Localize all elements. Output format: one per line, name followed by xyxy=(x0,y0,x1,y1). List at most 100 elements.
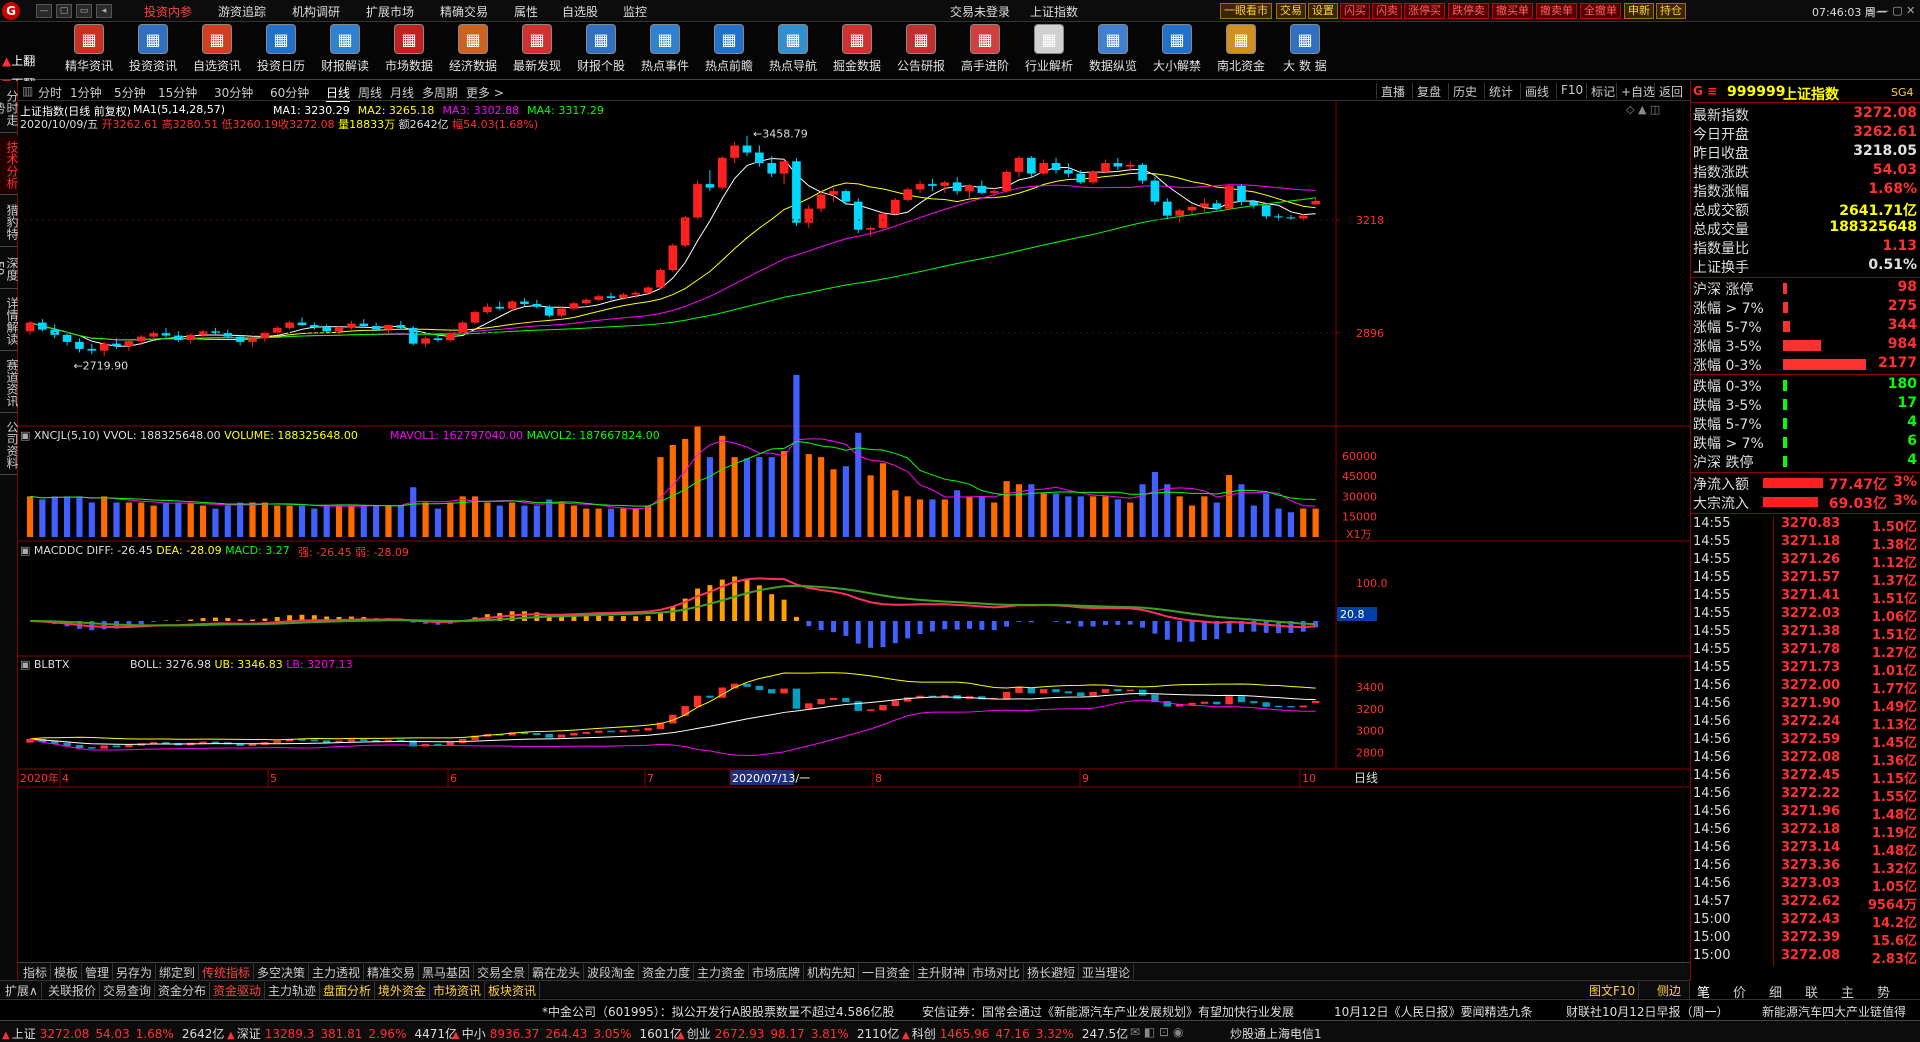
chart-function-7[interactable]: +自选 xyxy=(1616,83,1659,99)
extension-tab-8[interactable]: 市场资讯 xyxy=(430,982,486,999)
indicator-tab-2[interactable]: 管理 xyxy=(82,964,114,981)
indicator-tab-13[interactable]: 资金力度 xyxy=(639,964,695,981)
back-icon[interactable]: ◂ xyxy=(96,4,112,18)
quick-button-2[interactable]: 设置 xyxy=(1308,3,1338,19)
period-2[interactable]: 5分钟 xyxy=(114,84,146,101)
indicator-tab-14[interactable]: 主力资金 xyxy=(694,964,750,981)
minimize-icon[interactable]: — xyxy=(36,4,52,18)
indicator-tab-21[interactable]: 亚当理论 xyxy=(1079,964,1135,981)
indicator-tab-12[interactable]: 波段淘金 xyxy=(584,964,640,981)
extension-tab-4[interactable]: 资金驱动 xyxy=(210,982,266,999)
indicator-tab-5[interactable]: 传统指标 xyxy=(199,964,255,981)
extension-tab-2[interactable]: 交易查询 xyxy=(100,982,156,999)
toolbar-item-19[interactable]: ▦ 大 数 据 xyxy=(1274,24,1336,78)
left-tab-2[interactable]: 猎豹特 xyxy=(0,197,19,247)
period-3[interactable]: 15分钟 xyxy=(158,84,197,101)
left-tab-0[interactable]: 分时走势 xyxy=(0,83,19,133)
toolbar-item-2[interactable]: ▦ 自选资讯 xyxy=(186,24,248,78)
chart-function-1[interactable]: 复盘 xyxy=(1412,83,1445,99)
chart-function-8[interactable]: 返回 xyxy=(1654,83,1687,99)
news-item[interactable]: 安信证券：国常会通过《新能源汽车产业发展规划》有望加快行业发展 xyxy=(922,1003,1294,1020)
period-1[interactable]: 1分钟 xyxy=(70,84,102,101)
news-item[interactable]: *中金公司（601995）：拟公开发行A股股票数量不超过4.586亿股 xyxy=(542,1003,894,1020)
indicator-tab-6[interactable]: 多空决策 xyxy=(254,964,310,981)
indicator-tab-19[interactable]: 市场对比 xyxy=(969,964,1025,981)
indicator-tab-10[interactable]: 交易全景 xyxy=(474,964,530,981)
chart-function-6[interactable]: 标记 xyxy=(1586,83,1619,99)
quick-button-4[interactable]: 闪卖 xyxy=(1372,3,1402,19)
indicator-tab-3[interactable]: 另存为 xyxy=(113,964,157,981)
index-quote[interactable]: ▲ 中小 8936.37 264.43 3.05% 1601亿 xyxy=(452,1025,682,1042)
indicator-tab-9[interactable]: 黑马基因 xyxy=(419,964,475,981)
window-controls[interactable]: ⊟ — ▢ ✕ xyxy=(1865,4,1915,17)
extension-tab-9[interactable]: 板块资讯 xyxy=(485,982,541,999)
index-quote[interactable]: ▲ 上证 3272.08 54.03 1.68% 2642亿 xyxy=(2,1025,224,1042)
quick-button-7[interactable]: 撤买单 xyxy=(1492,3,1533,19)
quick-button-3[interactable]: 闪买 xyxy=(1340,3,1370,19)
toolbar-item-1[interactable]: ▦ 投资资讯 xyxy=(122,24,184,78)
page-up-button[interactable]: ▲上翻 xyxy=(2,52,48,69)
menu-item-2[interactable]: 机构调研 xyxy=(292,3,340,20)
quick-button-8[interactable]: 撤卖单 xyxy=(1536,3,1577,19)
indicator-tab-1[interactable]: 模板 xyxy=(51,964,83,981)
toolbar-item-11[interactable]: ▦ 热点导航 xyxy=(762,24,824,78)
toolbar-item-7[interactable]: ▦ 最新发现 xyxy=(506,24,568,78)
quick-button-1[interactable]: 交易 xyxy=(1276,3,1306,19)
indicator-tab-17[interactable]: 一目资金 xyxy=(859,964,915,981)
indicator-tab-20[interactable]: 扬长避短 xyxy=(1024,964,1080,981)
left-tab-3[interactable]: 深度F9 xyxy=(0,249,19,289)
toolbar-item-14[interactable]: ▦ 高手进阶 xyxy=(954,24,1016,78)
chart-corner-controls[interactable]: ◇ ▲ ◫ xyxy=(1626,103,1660,116)
quick-button-0[interactable]: 一眼看市 xyxy=(1220,3,1272,19)
toolbar-item-18[interactable]: ▦ 南北资金 xyxy=(1210,24,1272,78)
indicator-tab-15[interactable]: 市场底牌 xyxy=(749,964,805,981)
extension-tab-1[interactable]: 关联报价 xyxy=(45,982,101,999)
kline-chart[interactable]: 3218 2896 ←3458.79 ←2719.90 60000 45000 30000 1… xyxy=(17,101,1690,962)
period-9[interactable]: 多周期 xyxy=(422,84,458,101)
menu-item-0[interactable]: 投资内参 xyxy=(144,3,192,20)
news-item[interactable]: 新能源汽车四大产业链值得 xyxy=(1762,1003,1920,1020)
menu-item-6[interactable]: 自选股 xyxy=(562,3,598,20)
toolbar-item-6[interactable]: ▦ 经济数据 xyxy=(442,24,504,78)
extension-tab-5[interactable]: 主力轨迹 xyxy=(265,982,321,999)
quick-button-6[interactable]: 跌停卖 xyxy=(1448,3,1489,19)
menu-item-3[interactable]: 扩展市场 xyxy=(366,3,414,20)
extension-tab-3[interactable]: 资金分布 xyxy=(155,982,211,999)
chart-function-5[interactable]: F10 xyxy=(1556,83,1587,99)
extension-tab-6[interactable]: 盘面分析 xyxy=(320,982,376,999)
toolbar-item-3[interactable]: ▦ 投资日历 xyxy=(250,24,312,78)
chart-function-4[interactable]: 画线 xyxy=(1520,83,1553,99)
chart-area[interactable]: 3218 2896 ←3458.79 ←2719.90 60000 45000 30000 1… xyxy=(17,101,1690,980)
indicator-tab-16[interactable]: 机构先知 xyxy=(804,964,860,981)
index-quote[interactable]: ▲ 科创 1465.96 47.16 3.32% 247.5亿 xyxy=(902,1025,1128,1042)
indicator-tab-7[interactable]: 主力透视 xyxy=(309,964,365,981)
period-0[interactable]: 分时 xyxy=(38,84,62,101)
news-item[interactable]: 10月12日《人民日报》要闻精选九条 xyxy=(1334,1003,1533,1020)
left-tab-1[interactable]: 技术分析 xyxy=(0,135,19,195)
period-4[interactable]: 30分钟 xyxy=(214,84,253,101)
menu-item-4[interactable]: 精确交易 xyxy=(440,3,488,20)
quick-button-9[interactable]: 全撤单 xyxy=(1580,3,1621,19)
toolbar-item-8[interactable]: ▦ 财报个股 xyxy=(570,24,632,78)
period-grid-icon[interactable]: ▥ xyxy=(22,84,33,98)
indicator-tab-8[interactable]: 精准交易 xyxy=(364,964,420,981)
side-toggle-0[interactable]: 图文F10 xyxy=(1586,982,1640,999)
period-10[interactable]: 更多 > xyxy=(466,84,504,101)
news-ticker[interactable]: *中金公司（601995）：拟公开发行A股股票数量不超过4.586亿股 安信证券：… xyxy=(0,999,1920,1019)
quick-button-11[interactable]: 持仓 xyxy=(1656,3,1686,19)
period-7[interactable]: 周线 xyxy=(358,84,382,101)
indicator-tab-18[interactable]: 主升财神 xyxy=(914,964,970,981)
toolbar-item-13[interactable]: ▦ 公告研报 xyxy=(890,24,952,78)
toolbar-item-15[interactable]: ▦ 行业解析 xyxy=(1018,24,1080,78)
period-8[interactable]: 月线 xyxy=(390,84,414,101)
toolbar-item-12[interactable]: ▦ 掘金数据 xyxy=(826,24,888,78)
left-tab-5[interactable]: 赛道资讯 xyxy=(0,353,19,413)
menu-item-1[interactable]: 游资追踪 xyxy=(218,3,266,20)
toolbar-item-9[interactable]: ▦ 热点事件 xyxy=(634,24,696,78)
chart-function-0[interactable]: 直播 xyxy=(1376,83,1409,99)
indicator-tab-0[interactable]: 指标 xyxy=(20,964,52,981)
left-tab-4[interactable]: 详情解读 xyxy=(0,291,19,351)
period-6[interactable]: 日线 xyxy=(326,84,351,102)
login-status[interactable]: 交易未登录 xyxy=(950,3,1010,20)
quick-button-5[interactable]: 涨停买 xyxy=(1404,3,1445,19)
